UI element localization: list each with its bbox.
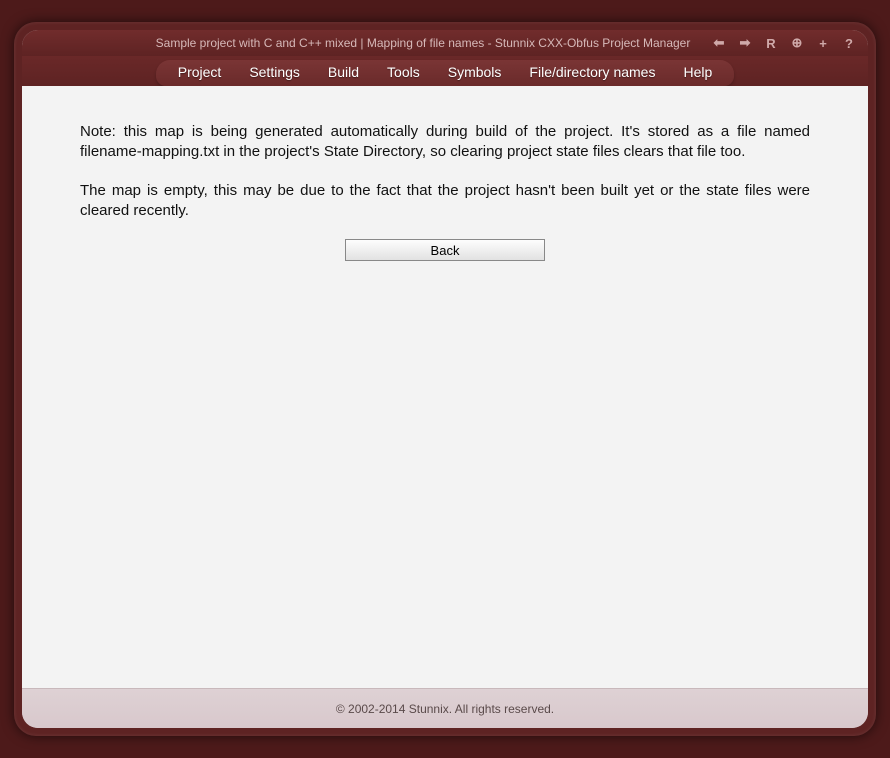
content-area: Note: this map is being generated automa… xyxy=(22,86,868,688)
menu-tools[interactable]: Tools xyxy=(387,64,420,80)
zoom-in-icon[interactable]: ⊕ xyxy=(790,35,804,51)
titlebar: Sample project with C and C++ mixed | Ma… xyxy=(22,30,868,56)
window-title: Sample project with C and C++ mixed | Ma… xyxy=(134,36,712,50)
add-icon[interactable]: + xyxy=(816,36,830,51)
menu-file-directory-names[interactable]: File/directory names xyxy=(529,64,655,80)
window-inner: Sample project with C and C++ mixed | Ma… xyxy=(22,30,868,728)
menubar: Project Settings Build Tools Symbols Fil… xyxy=(156,60,735,86)
back-button[interactable]: Back xyxy=(345,239,545,261)
help-icon[interactable]: ? xyxy=(842,36,856,51)
note-text: Note: this map is being generated automa… xyxy=(80,122,810,163)
menubar-container: Project Settings Build Tools Symbols Fil… xyxy=(22,56,868,86)
menu-build[interactable]: Build xyxy=(328,64,359,80)
reload-icon[interactable]: R xyxy=(764,36,778,51)
footer: © 2002-2014 Stunnix. All rights reserved… xyxy=(22,688,868,728)
menu-symbols[interactable]: Symbols xyxy=(448,64,502,80)
window-frame: Sample project with C and C++ mixed | Ma… xyxy=(14,22,876,736)
menu-project[interactable]: Project xyxy=(178,64,222,80)
back-arrow-icon[interactable]: ⬅ xyxy=(712,35,726,51)
titlebar-controls: ⬅ ➡ R ⊕ + ? xyxy=(712,35,856,51)
copyright-text: © 2002-2014 Stunnix. All rights reserved… xyxy=(336,702,554,716)
forward-arrow-icon[interactable]: ➡ xyxy=(738,35,752,51)
menu-settings[interactable]: Settings xyxy=(249,64,300,80)
menu-help[interactable]: Help xyxy=(683,64,712,80)
empty-map-text: The map is empty, this may be due to the… xyxy=(80,181,810,222)
